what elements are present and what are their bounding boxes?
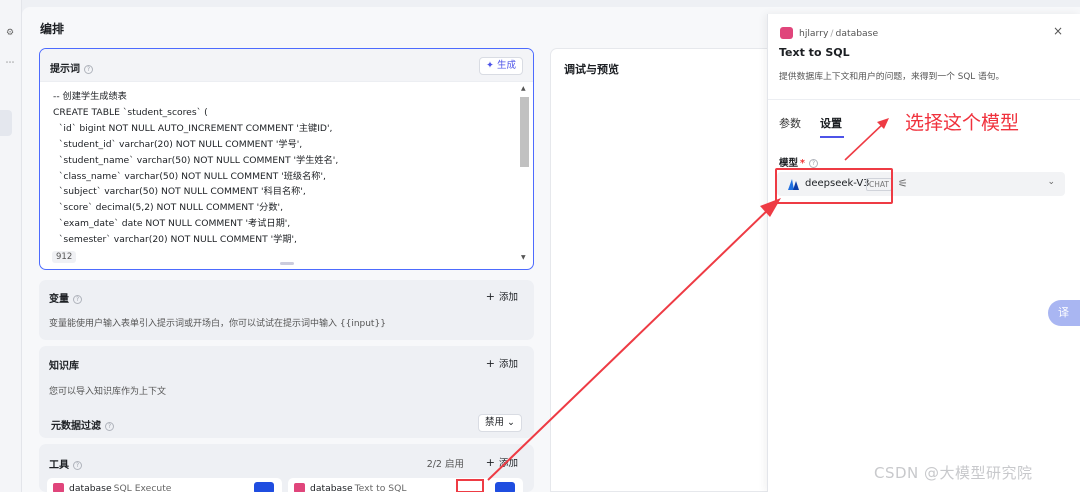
annotation-arrows: [487, 118, 889, 481]
annotation-arrow: [487, 204, 774, 481]
watermark: CSDN @大模型研究院: [874, 464, 1033, 482]
annotation-text: 选择这个模型: [905, 112, 1020, 134]
translate-button[interactable]: 译: [1048, 300, 1080, 326]
annotation-arrow: [844, 122, 885, 161]
